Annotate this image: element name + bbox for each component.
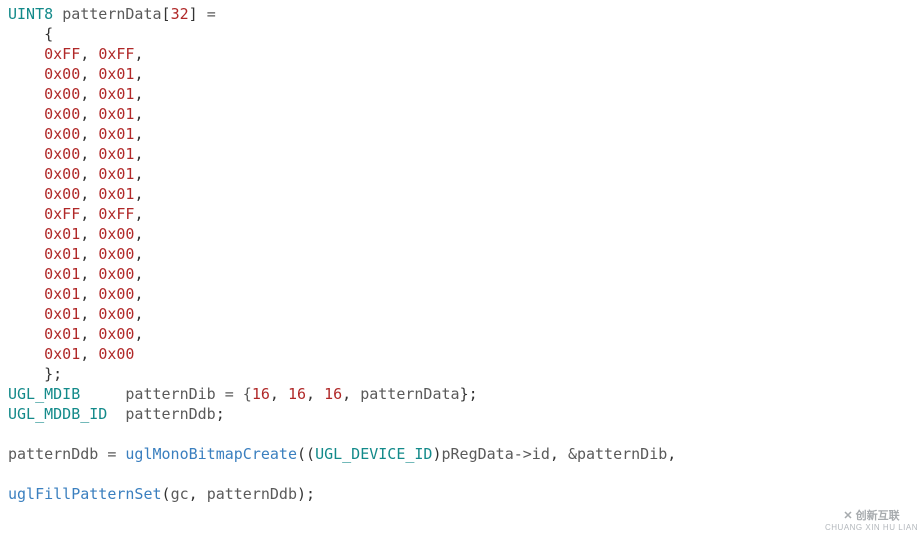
argument: patternDdb	[207, 485, 297, 503]
argument: gc	[171, 485, 189, 503]
function-call: uglMonoBitmapCreate	[125, 445, 297, 463]
bracket-open: [	[162, 5, 171, 23]
hex-value: 0x00	[44, 145, 80, 163]
hex-value: 0x01	[98, 65, 134, 83]
hex-value: 0x00	[44, 165, 80, 183]
equals: =	[207, 5, 216, 23]
type-keyword: UGL_MDDB_ID	[8, 405, 107, 423]
identifier: patternDdb	[125, 405, 215, 423]
identifier: patternData	[360, 385, 459, 403]
array-size: 32	[171, 5, 189, 23]
hex-value: 0x00	[44, 105, 80, 123]
watermark-brand: ✕ 创新互联	[825, 510, 918, 522]
code-block: UINT8 patternData[32] = { 0xFF, 0xFF, 0x…	[0, 0, 924, 508]
init-open: = {	[225, 385, 252, 403]
argument: &patternDib	[568, 445, 667, 463]
hex-value: 0x00	[44, 85, 80, 103]
expression: pRegData->id	[442, 445, 550, 463]
hex-value: 0x00	[44, 65, 80, 83]
bracket-close: ]	[189, 5, 198, 23]
close-brace: };	[44, 365, 62, 383]
hex-value: 0x01	[44, 285, 80, 303]
hex-value: 0x00	[98, 245, 134, 263]
hex-value: 0x01	[44, 265, 80, 283]
hex-value: 0x01	[44, 325, 80, 343]
hex-value: 0x00	[98, 265, 134, 283]
type-keyword: UGL_DEVICE_ID	[315, 445, 432, 463]
hex-value: 0xFF	[98, 45, 134, 63]
open-brace: {	[44, 25, 53, 43]
hex-value: 0x00	[98, 225, 134, 243]
hex-value: 0x00	[98, 305, 134, 323]
hex-value: 0x01	[98, 145, 134, 163]
hex-value: 0x01	[98, 85, 134, 103]
hex-value: 0x00	[98, 345, 134, 363]
paren-close: )	[432, 445, 441, 463]
close-brace: };	[460, 385, 478, 403]
hex-value: 0x01	[44, 305, 80, 323]
identifier: patternDdb	[8, 445, 98, 463]
paren-open: ((	[297, 445, 315, 463]
type-keyword: UGL_MDIB	[8, 385, 80, 403]
watermark-sub: CHUANG XIN HU LIAN	[825, 522, 918, 534]
trailing-comma: ,	[667, 445, 676, 463]
hex-value: 0x01	[98, 105, 134, 123]
hex-value: 0xFF	[44, 205, 80, 223]
identifier: patternDib	[125, 385, 215, 403]
hex-value: 0x01	[98, 165, 134, 183]
hex-value: 0x01	[98, 125, 134, 143]
function-call: uglFillPatternSet	[8, 485, 162, 503]
number: 16	[252, 385, 270, 403]
identifier: patternData	[62, 5, 161, 23]
type-keyword: UINT8	[8, 5, 53, 23]
semicolon: ;	[216, 405, 225, 423]
hex-value: 0xFF	[98, 205, 134, 223]
watermark: ✕ 创新互联 CHUANG XIN HU LIAN	[825, 510, 918, 534]
hex-value: 0x00	[44, 125, 80, 143]
hex-value: 0x00	[98, 285, 134, 303]
hex-value: 0xFF	[44, 45, 80, 63]
hex-value: 0x01	[98, 185, 134, 203]
equals: =	[107, 445, 116, 463]
paren-close-semi: );	[297, 485, 315, 503]
hex-value: 0x01	[44, 345, 80, 363]
number: 16	[324, 385, 342, 403]
number: 16	[288, 385, 306, 403]
paren-open: (	[162, 485, 171, 503]
hex-value: 0x01	[44, 225, 80, 243]
hex-value: 0x00	[44, 185, 80, 203]
hex-value: 0x01	[44, 245, 80, 263]
hex-value: 0x00	[98, 325, 134, 343]
